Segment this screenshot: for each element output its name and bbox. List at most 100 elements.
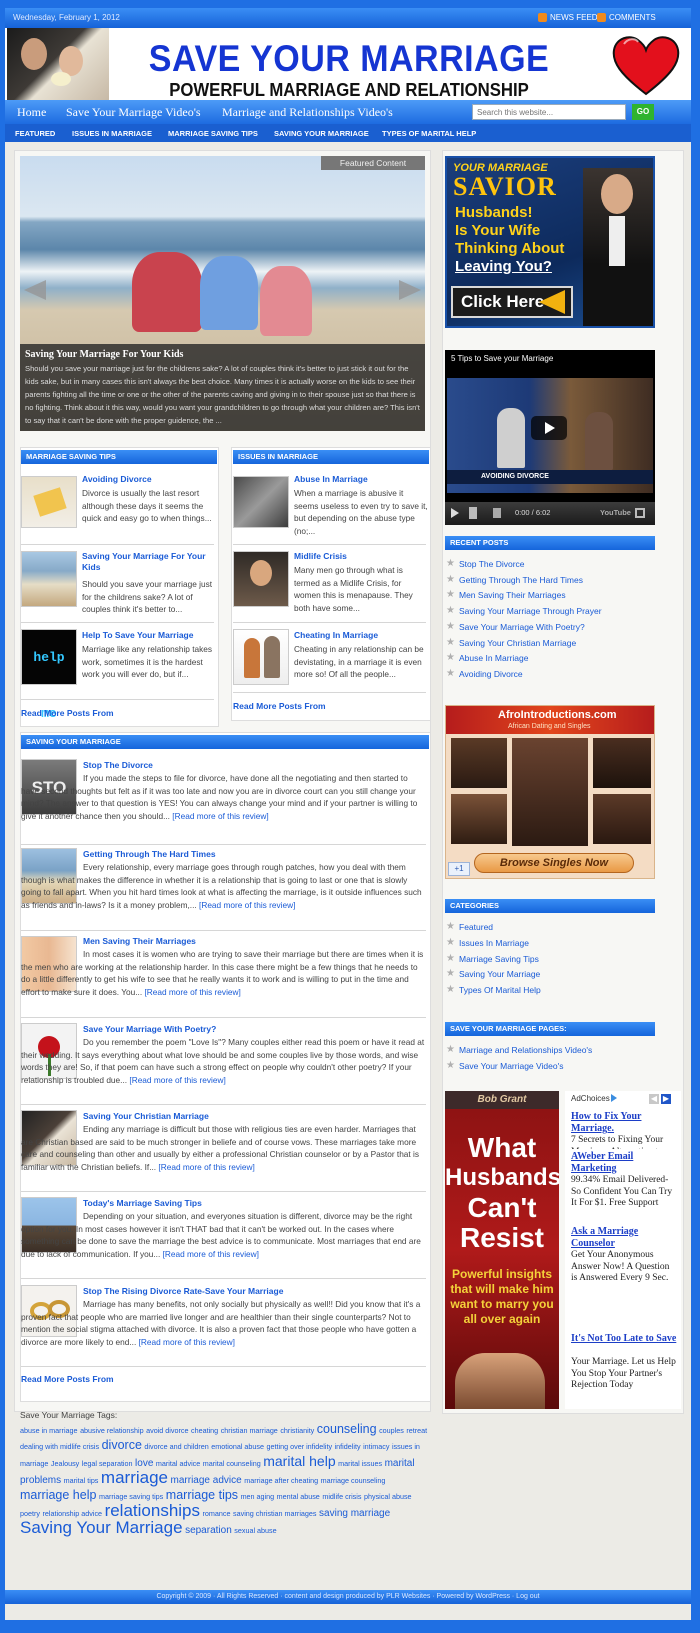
tag-link[interactable]: saving marriage: [319, 1508, 390, 1519]
subnav-tips[interactable]: MARRIAGE SAVING TIPS: [168, 129, 258, 138]
slider-prev-icon[interactable]: [24, 280, 46, 300]
tag-link[interactable]: midlife crisis: [322, 1492, 361, 1501]
nav-marriage-relationships-videos[interactable]: Marriage and Relationships Video's: [222, 105, 393, 120]
read-more-review-link[interactable]: [Read more of this review]: [199, 900, 295, 910]
tag-link[interactable]: marital advice: [156, 1459, 200, 1468]
post-thumbnail[interactable]: [233, 551, 289, 607]
recent-post-link[interactable]: Abuse In Marriage: [459, 653, 528, 663]
tag-link[interactable]: marriage after cheating: [244, 1476, 318, 1485]
afrointroductions-ad[interactable]: AfroIntroductions.com African Dating and…: [445, 705, 655, 879]
youtube-logo[interactable]: YouTube: [600, 508, 631, 517]
read-more-review-link[interactable]: [Read more of this review]: [172, 811, 268, 821]
prev-ad-icon[interactable]: ◀: [649, 1094, 659, 1104]
text-ad-title[interactable]: How to Fix Your Marriage.: [571, 1111, 677, 1135]
stop-icon[interactable]: [469, 507, 477, 519]
featured-title[interactable]: Saving Your Marriage For Your Kids: [25, 349, 183, 360]
subnav-saving[interactable]: SAVING YOUR MARRIAGE: [274, 129, 369, 138]
nav-home[interactable]: Home: [17, 105, 46, 120]
read-more-link[interactable]: Read More Posts From: [21, 708, 114, 719]
tag-link[interactable]: intimacy: [363, 1442, 389, 1451]
recent-post-link[interactable]: Avoiding Divorce: [459, 669, 523, 679]
tag-link[interactable]: relationship advice: [43, 1509, 103, 1518]
read-more-review-link[interactable]: [Read more of this review]: [158, 1162, 254, 1172]
tag-link[interactable]: marital tips: [64, 1476, 99, 1485]
post-title[interactable]: Stop The Divorce: [83, 760, 153, 771]
post-title[interactable]: Saving Your Christian Marriage: [83, 1111, 209, 1122]
tag-link[interactable]: divorce: [102, 1438, 142, 1452]
profile-photo[interactable]: [512, 738, 588, 846]
tag-link[interactable]: romance: [203, 1509, 231, 1518]
text-ad-title[interactable]: Ask a Marriage Counselor: [571, 1226, 677, 1250]
tag-link[interactable]: christian marriage: [221, 1426, 278, 1435]
tag-link[interactable]: abusive relationship: [80, 1426, 144, 1435]
tag-link[interactable]: counseling: [317, 1422, 377, 1436]
tag-link[interactable]: saving christian marriages: [233, 1509, 317, 1518]
text-ad-title[interactable]: It's Not Too Late to Save: [571, 1333, 677, 1345]
tag-link[interactable]: Jealousy: [51, 1459, 79, 1468]
post-title[interactable]: Saving Your Marriage For Your Kids: [82, 551, 210, 573]
page-link[interactable]: Marriage and Relationships Video's: [459, 1045, 592, 1055]
post-title[interactable]: Midlife Crisis: [294, 551, 424, 562]
search-go-button[interactable]: GO: [632, 104, 654, 120]
tag-link[interactable]: retreat: [406, 1426, 427, 1435]
nav-save-your-marriage-videos[interactable]: Save Your Marriage Video's: [66, 105, 201, 120]
tag-link[interactable]: men aging: [241, 1492, 275, 1501]
tag-link[interactable]: marriage help: [20, 1488, 96, 1502]
tag-link[interactable]: marriage tips: [166, 1488, 238, 1502]
recent-post-link[interactable]: Getting Through The Hard Times: [459, 575, 583, 585]
play-button[interactable]: [531, 416, 567, 440]
tag-link[interactable]: marriage saving tips: [99, 1492, 163, 1501]
tag-link[interactable]: poetry: [20, 1509, 40, 1518]
category-link[interactable]: Types Of Marital Help: [459, 985, 541, 995]
post-title[interactable]: Cheating In Marriage: [294, 630, 424, 641]
comments-link[interactable]: COMMENTS: [609, 13, 656, 22]
tag-link[interactable]: sexual abuse: [234, 1526, 276, 1535]
tag-link[interactable]: marriage counseling: [321, 1476, 386, 1485]
recent-post-link[interactable]: Saving Your Christian Marriage: [459, 638, 576, 648]
read-more-review-link[interactable]: [Read more of this review]: [139, 1337, 235, 1347]
volume-icon[interactable]: [493, 508, 501, 518]
tag-link[interactable]: marital help: [263, 1453, 335, 1469]
tag-link[interactable]: physical abuse: [364, 1492, 412, 1501]
recent-post-link[interactable]: Saving Your Marriage Through Prayer: [459, 606, 602, 616]
recent-post-link[interactable]: Save Your Marriage With Poetry?: [459, 622, 585, 632]
book-ad[interactable]: Bob Grant What Husbands Can't Resist Pow…: [445, 1091, 559, 1409]
category-link[interactable]: Saving Your Marriage: [459, 969, 540, 979]
read-more-review-link[interactable]: [Read more of this review]: [163, 1249, 259, 1259]
post-title[interactable]: Abuse In Marriage: [294, 474, 424, 485]
fullscreen-icon[interactable]: [635, 508, 645, 518]
tag-link[interactable]: marriage advice: [171, 1475, 242, 1486]
tag-link[interactable]: marriage: [101, 1468, 168, 1487]
tag-link[interactable]: marital counseling: [203, 1459, 261, 1468]
post-thumbnail[interactable]: [233, 476, 289, 528]
recent-post-link[interactable]: Men Saving Their Marriages: [459, 590, 566, 600]
read-more-review-link[interactable]: [Read more of this review]: [144, 987, 240, 997]
read-more-link[interactable]: Read More Posts From: [233, 701, 326, 712]
tag-link[interactable]: cheating: [191, 1426, 218, 1435]
category-link[interactable]: Featured: [459, 922, 493, 932]
profile-photo[interactable]: [593, 794, 651, 844]
subnav-types[interactable]: TYPES OF MARITAL HELP: [382, 129, 476, 138]
post-title[interactable]: Stop The Rising Divorce Rate-Save Your M…: [83, 1286, 283, 1297]
site-title[interactable]: SAVE YOUR MARRIAGE: [143, 40, 555, 78]
recent-post-link[interactable]: Stop The Divorce: [459, 559, 525, 569]
tag-link[interactable]: separation: [185, 1525, 232, 1536]
tag-link[interactable]: abuse in marriage: [20, 1426, 78, 1435]
profile-photo[interactable]: [451, 738, 507, 788]
plus-one-button[interactable]: +1: [448, 862, 470, 876]
read-more-link[interactable]: Read More Posts From: [21, 1374, 114, 1385]
profile-photo[interactable]: [593, 738, 651, 788]
tag-link[interactable]: infidelity: [335, 1442, 361, 1451]
text-ad-title[interactable]: AWeber Email Marketing: [571, 1151, 677, 1175]
tag-link[interactable]: emotional abuse: [211, 1442, 264, 1451]
tag-link[interactable]: divorce and children: [144, 1442, 208, 1451]
post-title[interactable]: Avoiding Divorce: [82, 474, 212, 485]
subnav-featured[interactable]: FEATURED: [15, 129, 55, 138]
tag-link[interactable]: mental abuse: [277, 1492, 320, 1501]
tag-link[interactable]: christianity: [280, 1426, 314, 1435]
tag-link[interactable]: marital issues: [338, 1459, 382, 1468]
adchoices-label[interactable]: AdChoices: [571, 1094, 610, 1103]
slider-next-icon[interactable]: [399, 280, 421, 300]
news-feed-link[interactable]: NEWS FEED: [550, 13, 598, 22]
post-thumbnail[interactable]: [233, 629, 289, 685]
